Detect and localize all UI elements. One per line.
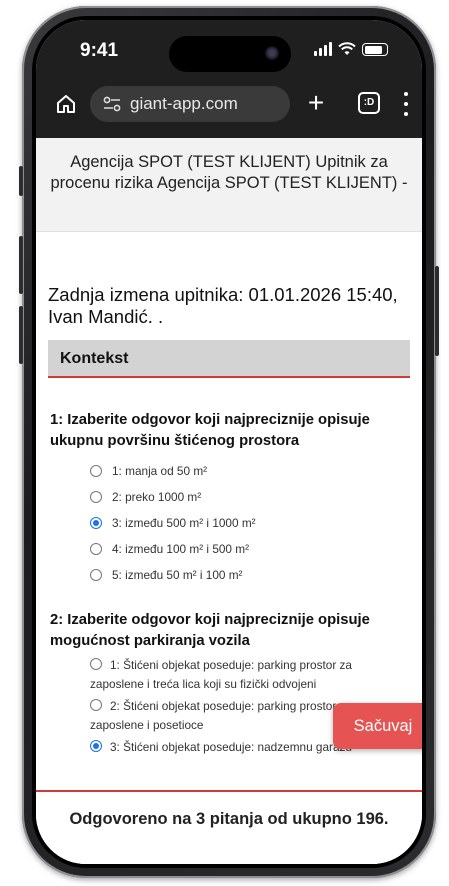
- radio-button[interactable]: [90, 569, 102, 581]
- status-time: 9:41: [80, 40, 119, 61]
- radio-button-selected[interactable]: [90, 740, 102, 752]
- screen: 9:41 giant-app.com +:D Agencija SPOT (T…: [36, 20, 422, 864]
- status-bar: 9:41: [36, 36, 422, 72]
- home-icon[interactable]: [54, 92, 78, 116]
- web-page: Agencija SPOT (TEST KLIJENT) Upitnik za …: [36, 138, 422, 864]
- battery-icon: [362, 43, 388, 56]
- section-header[interactable]: Kontekst: [48, 340, 410, 378]
- save-button[interactable]: Sačuvaj: [333, 703, 422, 749]
- phone-bezel: 9:41 giant-app.com +:D Agencija SPOT (T…: [32, 16, 426, 868]
- question-1-answers: 1: manja od 50 m² 2: preko 1000 m² 3: iz…: [90, 458, 422, 588]
- answer-option[interactable]: 5: između 50 m² i 100 m²: [90, 562, 422, 588]
- answer-label: 3: Štićeni objekat poseduje: nadzemnu ga…: [110, 740, 352, 754]
- answer-label: 2: preko 1000 m²: [112, 490, 202, 504]
- url-text: giant-app.com: [130, 94, 238, 113]
- question-2: 2: Izaberite odgovor koji najpreciznije …: [50, 612, 370, 649]
- tab-switcher-button[interactable]: :D: [358, 92, 380, 114]
- answer-label: 1: manja od 50 m²: [112, 464, 208, 478]
- answer-label: 1: Štićeni objekat poseduje: parking pro…: [90, 658, 352, 691]
- cellular-signal-icon: [314, 42, 332, 56]
- silent-switch: [19, 166, 23, 196]
- address-bar[interactable]: giant-app.com: [90, 86, 290, 122]
- answer-label: 4: između 100 m² i 500 m²: [112, 542, 250, 556]
- answer-option[interactable]: 1: manja od 50 m²: [90, 458, 422, 484]
- answer-option[interactable]: 3: između 500 m² i 1000 m²: [90, 510, 422, 536]
- answer-label: 2: Štićeni objekat poseduje: parking pro…: [90, 699, 352, 732]
- url-row: giant-app.com + :D: [36, 84, 422, 124]
- browser-chrome: 9:41 giant-app.com +:D: [36, 20, 422, 138]
- answer-option[interactable]: 2: preko 1000 m²: [90, 484, 422, 510]
- status-icons: [314, 42, 388, 56]
- radio-button[interactable]: [90, 465, 102, 477]
- radio-button[interactable]: [90, 658, 102, 670]
- answer-label: 5: između 50 m² i 100 m²: [112, 568, 243, 582]
- radio-button[interactable]: [90, 699, 102, 711]
- page-title: Agencija SPOT (TEST KLIJENT) Upitnik za …: [36, 138, 422, 232]
- answer-option[interactable]: 4: između 100 m² i 500 m²: [90, 536, 422, 562]
- answer-label: 3: između 500 m² i 1000 m²: [112, 516, 256, 530]
- answered-count: Odgovoreno na 3 pitanja od ukupno 196.: [36, 790, 422, 864]
- more-menu-icon[interactable]: [402, 92, 410, 116]
- power-button: [435, 266, 439, 356]
- new-tab-button[interactable]: +: [302, 89, 330, 118]
- wifi-icon: [338, 42, 356, 55]
- question-1: 1: Izaberite odgovor koji najpreciznije …: [50, 412, 370, 449]
- volume-down-button: [19, 306, 23, 364]
- phone-frame: 9:41 giant-app.com +:D Agencija SPOT (T…: [19, 6, 439, 878]
- answer-option[interactable]: 1: Štićeni objekat poseduje: parking pro…: [90, 656, 408, 694]
- radio-button-selected[interactable]: [90, 517, 102, 529]
- last-edit-info: Zadnja izmena upitnika: 01.01.2026 15:40…: [48, 284, 398, 327]
- camera-icon: [265, 46, 279, 60]
- site-settings-icon[interactable]: [102, 96, 122, 112]
- volume-up-button: [19, 236, 23, 294]
- radio-button[interactable]: [90, 491, 102, 503]
- dynamic-island: [169, 36, 291, 72]
- radio-button[interactable]: [90, 543, 102, 555]
